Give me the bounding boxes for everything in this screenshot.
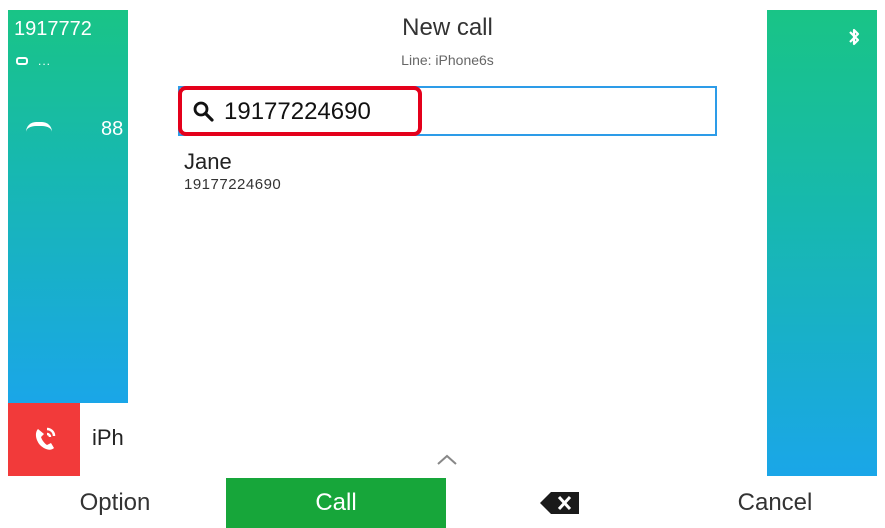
phone-ringing-icon [35,427,56,450]
backspace-icon [540,492,579,514]
device-icon [16,57,28,65]
search-input[interactable] [224,96,624,128]
search-icon [193,101,214,122]
list-item[interactable]: Jane 19177224690 [184,148,584,204]
page-title: New call [402,14,493,41]
call-button[interactable]: Call [226,478,446,528]
left-line-status: ... [16,54,96,68]
contact-number: 19177224690 [184,176,282,193]
line-item-iphone[interactable]: iPh [8,403,128,476]
search-field[interactable] [178,86,717,136]
chevron-up-icon[interactable] [435,452,459,466]
softkey-bar: Option Call Cancel [0,478,885,528]
option-button[interactable]: Option [40,478,190,528]
backspace-button[interactable] [500,478,620,528]
line-item-label: iPh [92,425,124,450]
left-line-panel[interactable]: 1917772 ... 88 [8,10,128,403]
line-subtitle: Line: iPhone6s [401,52,494,68]
bluetooth-icon [849,28,860,46]
contact-name: Jane [184,149,232,174]
cancel-button[interactable]: Cancel [700,478,850,528]
left-line-number: 1917772 [14,18,92,40]
left-line-sub-text: ... [38,54,52,68]
left-call-row: 88 [26,118,128,142]
hangup-area[interactable] [8,403,80,476]
left-extension: 88 [101,118,124,140]
handset-icon [26,122,52,132]
right-status-panel [767,10,877,476]
